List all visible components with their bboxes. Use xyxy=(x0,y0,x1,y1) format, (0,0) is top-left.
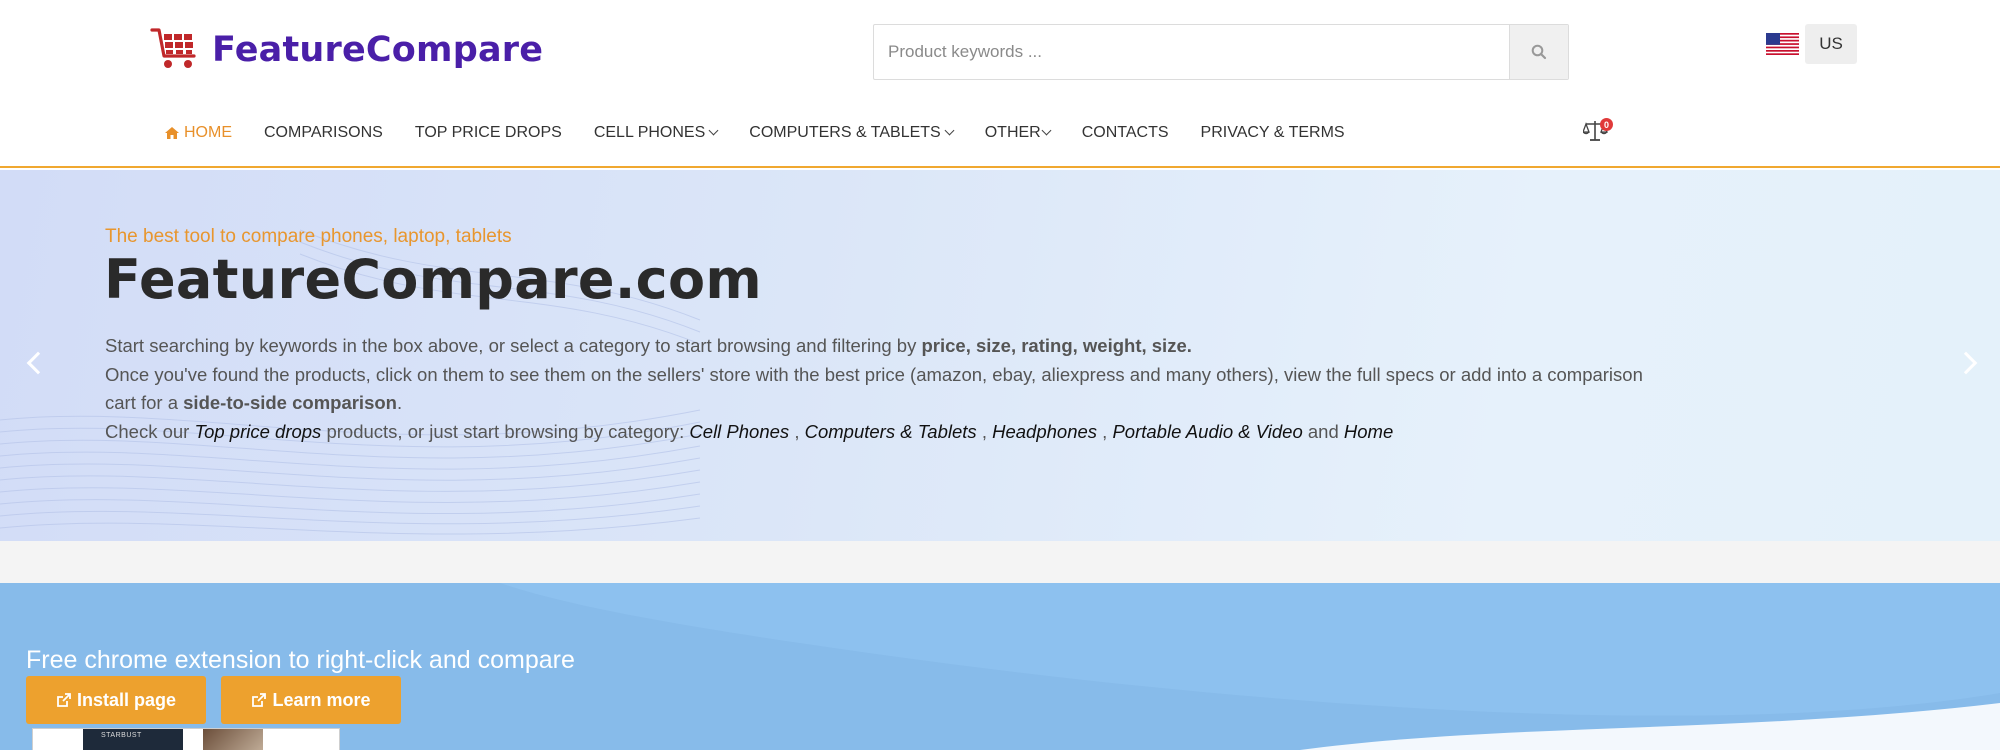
nav-contacts[interactable]: CONTACTS xyxy=(1082,124,1169,142)
country-code[interactable]: US xyxy=(1805,24,1857,64)
separator: , xyxy=(976,420,993,442)
hero-line-2-end: . xyxy=(396,392,403,413)
learn-more-label: Learn more xyxy=(272,689,371,710)
hero-line-1: Start searching by keywords in the box a… xyxy=(105,332,1645,361)
home-icon xyxy=(165,127,179,139)
search-input[interactable] xyxy=(874,25,1509,79)
learn-more-button[interactable]: Learn more xyxy=(221,676,401,724)
compare-cart[interactable]: 0 xyxy=(1582,118,1613,146)
site-logo[interactable]: FeatureCompare xyxy=(150,26,543,74)
extension-title: Free chrome extension to right-click and… xyxy=(26,646,575,674)
link-home[interactable]: Home xyxy=(1344,421,1393,442)
site-header: FeatureCompare US HOM xyxy=(0,0,2000,168)
nav-contacts-label: CONTACTS xyxy=(1081,124,1169,141)
main-nav: HOME COMPARISONS TOP PRICE DROPS CELL PH… xyxy=(165,124,1377,142)
link-computers-tablets[interactable]: Computers & Tablets xyxy=(805,421,977,442)
search-bar xyxy=(873,24,1569,80)
search-icon xyxy=(1531,44,1547,60)
nav-other-label: OTHER xyxy=(984,124,1041,141)
external-link-icon xyxy=(252,692,267,707)
hero-title: FeatureCompare.com xyxy=(104,248,762,311)
nav-cell-phones-label: CELL PHONES xyxy=(593,124,706,141)
link-headphones[interactable]: Headphones xyxy=(992,421,1097,442)
hero-line-1-text: Start searching by keywords in the box a… xyxy=(105,335,922,356)
preview-product-image: STARBUST xyxy=(83,729,183,750)
separator-and: and xyxy=(1302,420,1344,442)
nav-other[interactable]: OTHER xyxy=(984,124,1052,142)
nav-cell-phones[interactable]: CELL PHONES xyxy=(593,124,719,142)
section-divider xyxy=(0,541,2000,583)
chevron-down-icon xyxy=(944,125,955,135)
hero-line-2: Once you've found the products, click on… xyxy=(105,361,1645,418)
chevron-down-icon xyxy=(1041,125,1052,135)
preview-product-text: STARBUST xyxy=(101,732,142,739)
country-selector[interactable]: US xyxy=(1766,24,1857,64)
hero-description: Start searching by keywords in the box a… xyxy=(105,332,1645,446)
nav-privacy-terms-label: PRIVACY & TERMS xyxy=(1200,124,1345,141)
nav-top-price-drops-label: TOP PRICE DROPS xyxy=(414,124,562,141)
nav-computers-tablets-label: COMPUTERS & TABLETS xyxy=(749,124,941,141)
nav-computers-tablets[interactable]: COMPUTERS & TABLETS xyxy=(749,124,955,142)
preview-product-image-2 xyxy=(203,729,263,750)
install-page-label: Install page xyxy=(76,689,177,710)
hero-line-3-mid: products, or just start browsing by cate… xyxy=(321,420,690,442)
shopping-cart-icon xyxy=(150,28,196,68)
nav-home[interactable]: HOME xyxy=(165,124,232,142)
separator: , xyxy=(1097,420,1113,442)
link-top-price-drops[interactable]: Top price drops xyxy=(194,421,321,442)
nav-top-price-drops[interactable]: TOP PRICE DROPS xyxy=(415,124,562,142)
hero-line-2-bold: side-to-side comparison xyxy=(183,392,397,413)
extension-preview-image: STARBUST xyxy=(32,728,340,750)
hero-line-3-prefix: Check our xyxy=(105,420,195,442)
hero-slider: The best tool to compare phones, laptop,… xyxy=(0,170,2000,541)
hero-subtitle: The best tool to compare phones, laptop,… xyxy=(105,226,512,247)
link-cell-phones[interactable]: Cell Phones xyxy=(689,421,789,442)
compare-count-badge: 0 xyxy=(1600,118,1613,131)
link-portable-audio-video[interactable]: Portable Audio & Video xyxy=(1112,421,1302,442)
hero-line-3: Check our Top price drops products, or j… xyxy=(105,418,1645,447)
hero-line-1-bold: price, size, rating, weight, size. xyxy=(921,335,1192,356)
install-page-button[interactable]: Install page xyxy=(26,676,206,724)
search-button[interactable] xyxy=(1509,25,1568,79)
nav-comparisons[interactable]: COMPARISONS xyxy=(264,124,383,142)
brand-name: FeatureCompare xyxy=(212,30,544,70)
nav-comparisons-label: COMPARISONS xyxy=(264,124,383,141)
chrome-extension-banner: Free chrome extension to right-click and… xyxy=(0,583,2000,750)
us-flag-icon xyxy=(1766,33,1799,55)
separator: , xyxy=(789,420,805,442)
chevron-down-icon xyxy=(708,125,719,135)
external-link-icon xyxy=(57,692,71,707)
nav-home-label: HOME xyxy=(184,124,232,141)
nav-privacy-terms[interactable]: PRIVACY & TERMS xyxy=(1201,124,1345,142)
